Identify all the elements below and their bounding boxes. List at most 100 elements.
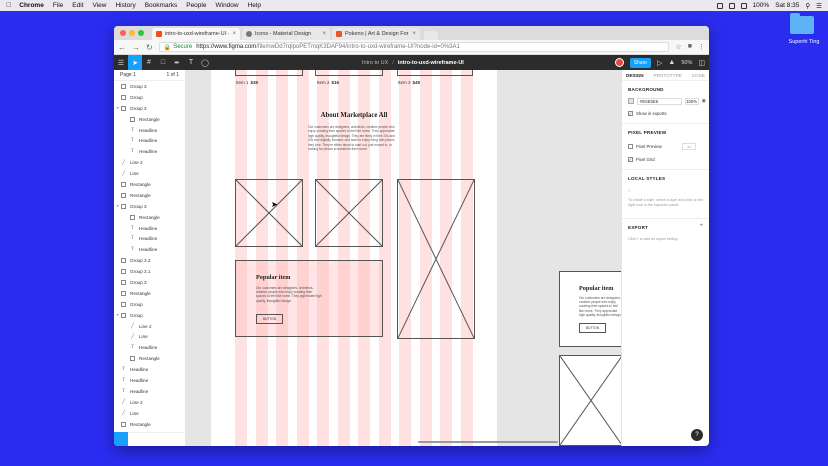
comment-tool-icon[interactable]: ◯ bbox=[198, 55, 212, 70]
page-header[interactable]: Page 1 1 of 1 bbox=[114, 70, 185, 81]
layer-row[interactable]: ▼ Group 2 bbox=[114, 103, 185, 114]
close-tab-icon[interactable]: × bbox=[412, 31, 416, 37]
canvas-horizontal-scrollbar[interactable] bbox=[418, 441, 558, 443]
layer-row[interactable]: T Headline bbox=[114, 364, 185, 375]
layer-row[interactable]: Rectangle bbox=[114, 353, 185, 364]
tab-code[interactable]: CODE bbox=[692, 73, 705, 78]
shape-tool-icon[interactable]: □ bbox=[156, 55, 170, 70]
side-popular-button[interactable]: BUTTON bbox=[579, 323, 606, 333]
background-hex-input[interactable]: #E5E5E5 bbox=[637, 97, 682, 105]
wireframe-frame-tertiary[interactable] bbox=[559, 355, 621, 446]
zoom-window-icon[interactable] bbox=[138, 30, 144, 36]
pixel-preview-checkbox[interactable]: Pixel Preview bbox=[628, 144, 662, 149]
avatar[interactable] bbox=[614, 58, 624, 67]
side-card[interactable]: Popular item Our customers are designers… bbox=[559, 271, 621, 347]
menu-view[interactable]: View bbox=[93, 2, 107, 9]
image-placeholder[interactable] bbox=[315, 70, 383, 76]
image-placeholder[interactable] bbox=[397, 70, 473, 76]
layer-row[interactable]: ╱ Line bbox=[114, 168, 185, 179]
layer-row[interactable]: ▼ Group 3 bbox=[114, 201, 185, 212]
zoom-level[interactable]: 50% bbox=[681, 60, 692, 66]
tab-material-icons[interactable]: Icons - Material Design × bbox=[242, 28, 330, 40]
tab-pokeno[interactable]: Pokeno | Art & Design For You × bbox=[332, 28, 420, 40]
page-name[interactable]: Page 1 bbox=[120, 72, 136, 78]
checkmark-icon[interactable]: ✓ bbox=[628, 111, 633, 116]
close-tab-icon[interactable]: × bbox=[232, 31, 236, 37]
clock[interactable]: Sat 8:35 bbox=[775, 2, 799, 9]
layer-row[interactable]: ╱ Line 2 bbox=[114, 397, 185, 408]
tab-design[interactable]: DESIGN bbox=[626, 73, 644, 78]
pen-tool-icon[interactable]: ✒ bbox=[170, 55, 184, 70]
menu-file[interactable]: File bbox=[53, 2, 63, 9]
background-opacity-input[interactable]: 100% bbox=[684, 97, 699, 105]
apple-icon[interactable]:  bbox=[6, 2, 11, 9]
layer-row[interactable]: T Headline bbox=[114, 125, 185, 136]
wireframe-frame[interactable]: Item 1 $35 Item 2 $16 Item 3 $49 About Mark… bbox=[211, 70, 497, 446]
menu-edit[interactable]: Edit bbox=[72, 2, 83, 9]
file-name[interactable]: intro-to-uxd-wireframe-UI bbox=[398, 60, 464, 66]
layer-row[interactable]: Rectangle bbox=[114, 212, 185, 223]
layer-row[interactable]: T Headline bbox=[114, 386, 185, 397]
move-tool-icon[interactable]: ➤ bbox=[128, 55, 142, 70]
new-tab-button[interactable] bbox=[424, 31, 438, 40]
close-window-icon[interactable] bbox=[120, 30, 126, 36]
layer-row[interactable]: Group bbox=[114, 299, 185, 310]
layer-row[interactable]: T Headline bbox=[114, 375, 185, 386]
star-icon[interactable]: ☆ bbox=[675, 43, 681, 51]
back-arrow-icon[interactable]: ← bbox=[118, 43, 126, 52]
desktop-folder-icon[interactable] bbox=[790, 13, 814, 34]
menu-window[interactable]: Window bbox=[215, 2, 238, 9]
checkbox-empty-icon[interactable] bbox=[628, 144, 633, 149]
eye-icon[interactable]: ◉ bbox=[702, 98, 706, 104]
layer-row[interactable]: ╱ Line 2 bbox=[114, 157, 185, 168]
layer-row[interactable]: T Headline bbox=[114, 146, 185, 157]
layers-tab-icon[interactable] bbox=[114, 432, 128, 446]
minimize-window-icon[interactable] bbox=[129, 30, 135, 36]
pixel-preview-select[interactable]: 1x bbox=[682, 143, 696, 150]
play-icon[interactable]: ▷ bbox=[657, 59, 662, 67]
tab-figma[interactable]: intro-to-uxd-wireframe-UI – F × bbox=[152, 28, 240, 40]
show-in-exports-checkbox[interactable]: ✓ Show in exports bbox=[628, 111, 667, 116]
forward-arrow-icon[interactable]: → bbox=[132, 43, 140, 52]
image-placeholder[interactable] bbox=[315, 179, 383, 247]
image-placeholder[interactable] bbox=[559, 355, 621, 446]
layer-row[interactable]: ╱ Line bbox=[114, 331, 185, 342]
status-icon[interactable] bbox=[716, 2, 723, 9]
popular-item-button[interactable]: BUTTON bbox=[256, 314, 283, 324]
menu-people[interactable]: People bbox=[186, 2, 206, 9]
share-button[interactable]: Share bbox=[629, 57, 652, 68]
layer-row[interactable]: Rectangle bbox=[114, 114, 185, 125]
layer-row[interactable]: Group bbox=[114, 92, 185, 103]
cursor-icon[interactable]: ▲ bbox=[668, 59, 675, 66]
layer-row[interactable]: T Headline bbox=[114, 342, 185, 353]
layer-row[interactable]: Group 3.1 bbox=[114, 266, 185, 277]
components-tab-icon[interactable] bbox=[128, 432, 142, 446]
layer-row[interactable]: T Headline bbox=[114, 223, 185, 234]
reload-icon[interactable]: ↻ bbox=[146, 43, 153, 52]
image-placeholder[interactable] bbox=[235, 179, 303, 247]
hamburger-menu-icon[interactable]: ☰ bbox=[114, 55, 128, 70]
wifi-icon[interactable] bbox=[740, 2, 747, 9]
menu-help[interactable]: Help bbox=[248, 2, 261, 9]
book-icon[interactable]: ◫ bbox=[698, 59, 705, 67]
menu-app[interactable]: Chrome bbox=[19, 2, 44, 9]
help-button[interactable]: ? bbox=[691, 429, 703, 441]
url-input[interactable]: 🔒 Secure https://www.figma.com /file/nwD… bbox=[158, 42, 670, 52]
frame-tool-icon[interactable]: # bbox=[142, 55, 156, 70]
layer-row[interactable]: Rectangle bbox=[114, 419, 185, 430]
menu-bookmarks[interactable]: Bookmarks bbox=[145, 2, 178, 9]
popular-item-card[interactable]: Popular item Our customers are designers… bbox=[235, 260, 383, 337]
canvas[interactable]: Item 1 $35 Item 2 $16 Item 3 $49 About Mark… bbox=[186, 70, 621, 446]
menu-history[interactable]: History bbox=[115, 2, 135, 9]
pixel-grid-checkbox[interactable]: ✓ Pixel Grid bbox=[628, 157, 655, 162]
layer-row[interactable]: Rectangle bbox=[114, 190, 185, 201]
layer-row[interactable]: Rectangle bbox=[114, 288, 185, 299]
layer-row[interactable]: ▼ Group bbox=[114, 310, 185, 321]
layer-row[interactable]: ╱ Line bbox=[114, 408, 185, 419]
tab-prototype[interactable]: PROTOTYPE bbox=[654, 73, 682, 78]
layer-row[interactable]: Group 3 bbox=[114, 81, 185, 92]
menu-list-icon[interactable]: ☰ bbox=[816, 2, 822, 10]
project-name[interactable]: Intro to UX bbox=[362, 60, 388, 66]
text-tool-icon[interactable]: T bbox=[184, 55, 198, 70]
more-vert-icon[interactable]: ⋮ bbox=[698, 43, 705, 51]
